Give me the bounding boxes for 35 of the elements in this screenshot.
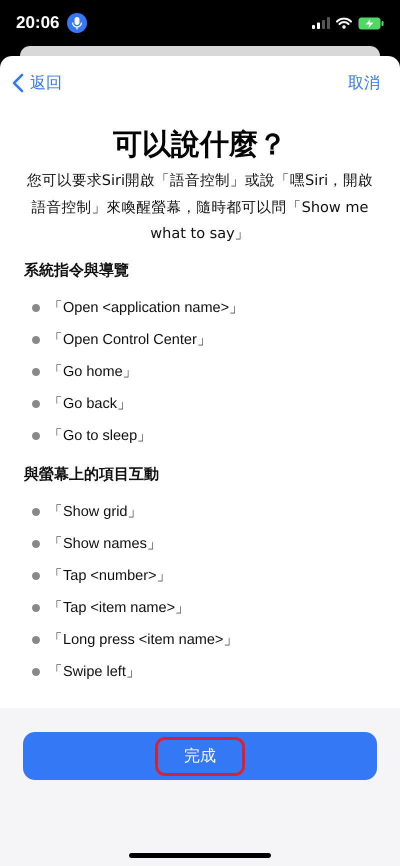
bullet-icon — [32, 604, 40, 612]
bullet-icon — [32, 572, 40, 580]
bullet-icon — [32, 668, 40, 676]
command-text: 「Show grid」 — [48, 503, 142, 521]
command-text: 「Go back」 — [48, 395, 132, 413]
section-heading: 與螢幕上的項目互動 — [24, 464, 160, 484]
command-text: 「Tap <item name>」 — [48, 599, 190, 617]
done-button[interactable]: 完成 — [23, 732, 377, 780]
command-text: 「Open <application name>」 — [48, 299, 244, 317]
intro-text: 您可以要求Siri開啟「語音控制」或說「嘿Siri，開啟語音控制」來喚醒螢幕，隨時都可以問「Show me what to say」 — [26, 172, 374, 244]
page-title: 可以說什麼？ — [112, 126, 288, 162]
command-text: 「Long press <item name>」 — [48, 631, 238, 649]
bullet-icon — [32, 540, 40, 548]
highlight-outline: 完成 — [155, 736, 245, 776]
chevron-left-icon — [12, 73, 24, 93]
command-text: 「Tap <number>」 — [48, 567, 172, 585]
bullet-icon — [32, 304, 40, 312]
command-text: 「Swipe left」 — [48, 663, 141, 681]
back-button[interactable]: 返回 — [12, 72, 62, 94]
command-text: 「Go home」 — [48, 363, 138, 381]
bullet-icon — [32, 336, 40, 344]
signal-icon — [312, 17, 330, 29]
wifi-icon — [336, 17, 352, 29]
command-text: 「Open Control Center」 — [48, 331, 212, 349]
bullet-icon — [32, 432, 40, 440]
command-text: 「Show names」 — [48, 535, 162, 553]
status-time: 20:06 — [16, 13, 60, 33]
bullet-icon — [32, 368, 40, 376]
bullet-icon — [32, 400, 40, 408]
command-text: 「Go to sleep」 — [48, 427, 152, 445]
battery-charging-icon — [358, 16, 384, 30]
bullet-icon — [32, 508, 40, 516]
section-heading: 系統指令與導覽 — [24, 260, 130, 280]
cancel-button[interactable]: 取消 — [348, 72, 380, 94]
bullet-icon — [32, 636, 40, 644]
